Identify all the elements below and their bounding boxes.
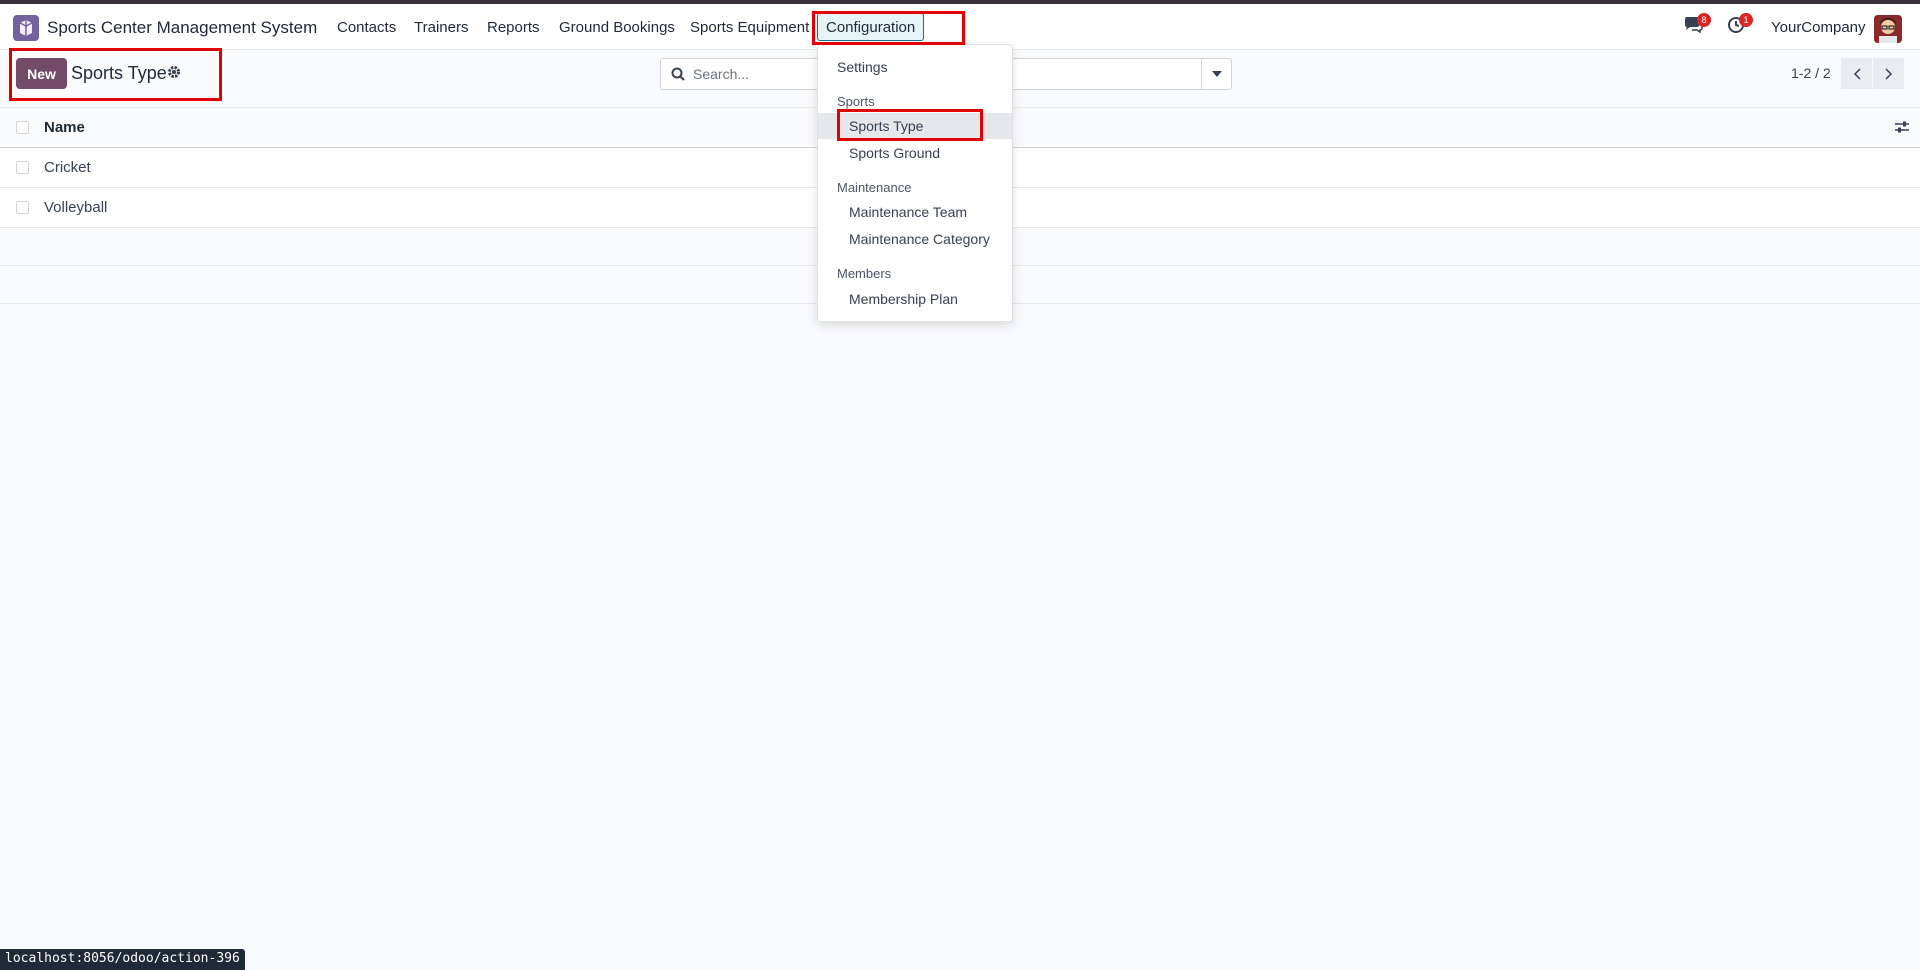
menu-configuration[interactable]: Configuration — [817, 13, 925, 41]
section-header-members: Members — [837, 266, 892, 281]
configuration-dropdown: Settings Sports Sports Type Sports Groun… — [817, 44, 1013, 322]
menu-trainers[interactable]: Trainers — [414, 19, 468, 36]
menu-item-label: Sports Ground — [849, 145, 941, 161]
menu-sports-equipment[interactable]: Sports Equipment — [690, 19, 809, 36]
row-name[interactable]: Volleyball — [44, 199, 107, 216]
status-bar-url: localhost:8056/odoo/action-396 — [0, 949, 245, 970]
row-checkbox[interactable] — [16, 201, 29, 214]
select-all-checkbox[interactable] — [16, 121, 29, 134]
activities-button[interactable]: 1 — [1727, 13, 1753, 38]
menu-item-label: Settings — [837, 59, 888, 75]
company-switcher[interactable]: YourCompany — [1771, 19, 1866, 36]
avatar[interactable] — [1874, 15, 1902, 43]
row-checkbox[interactable] — [16, 161, 29, 174]
menu-item-label: Sports Type — [849, 118, 924, 134]
menu-item-label: Maintenance Category — [849, 231, 990, 247]
menu-item-label: Maintenance Team — [849, 204, 968, 220]
chevron-right-icon — [1884, 67, 1892, 80]
activities-badge: 1 — [1739, 13, 1753, 27]
section-header-sports: Sports — [837, 94, 875, 109]
app-icon[interactable] — [13, 15, 39, 41]
app-name[interactable]: Sports Center Management System — [47, 18, 317, 38]
menu-item-sports-type[interactable]: Sports Type — [818, 113, 1012, 139]
menu-contacts[interactable]: Contacts — [337, 19, 396, 36]
search-options-toggle[interactable] — [1201, 59, 1231, 89]
messages-badge: 8 — [1697, 13, 1711, 27]
search-icon — [671, 67, 685, 85]
menu-item-maintenance-team[interactable]: Maintenance Team — [818, 199, 1012, 225]
menu-item-label: Membership Plan — [849, 291, 958, 307]
pager-next-button[interactable] — [1873, 58, 1904, 89]
menu-item-maintenance-category[interactable]: Maintenance Category — [818, 226, 1012, 252]
menu-item-membership-plan[interactable]: Membership Plan — [818, 286, 1012, 312]
row-name[interactable]: Cricket — [44, 159, 91, 176]
caret-down-icon — [1211, 71, 1222, 77]
new-button[interactable]: New — [16, 58, 67, 89]
pager-value[interactable]: 1-2 / 2 — [1791, 65, 1831, 81]
page-title[interactable]: Sports Type — [71, 63, 167, 84]
section-header-maintenance: Maintenance — [837, 180, 912, 195]
gear-icon[interactable] — [167, 65, 181, 83]
column-header-name[interactable]: Name — [44, 119, 85, 136]
menu-item-settings[interactable]: Settings — [818, 54, 1012, 80]
search-input[interactable]: Search... — [693, 66, 749, 82]
messages-button[interactable]: 8 — [1683, 13, 1711, 38]
menu-ground-bookings[interactable]: Ground Bookings — [559, 19, 675, 36]
chevron-left-icon — [1853, 67, 1861, 80]
pager-previous-button[interactable] — [1841, 58, 1872, 89]
menu-reports[interactable]: Reports — [487, 19, 540, 36]
column-settings-icon[interactable] — [1894, 120, 1910, 138]
menu-item-sports-ground[interactable]: Sports Ground — [818, 140, 1012, 166]
